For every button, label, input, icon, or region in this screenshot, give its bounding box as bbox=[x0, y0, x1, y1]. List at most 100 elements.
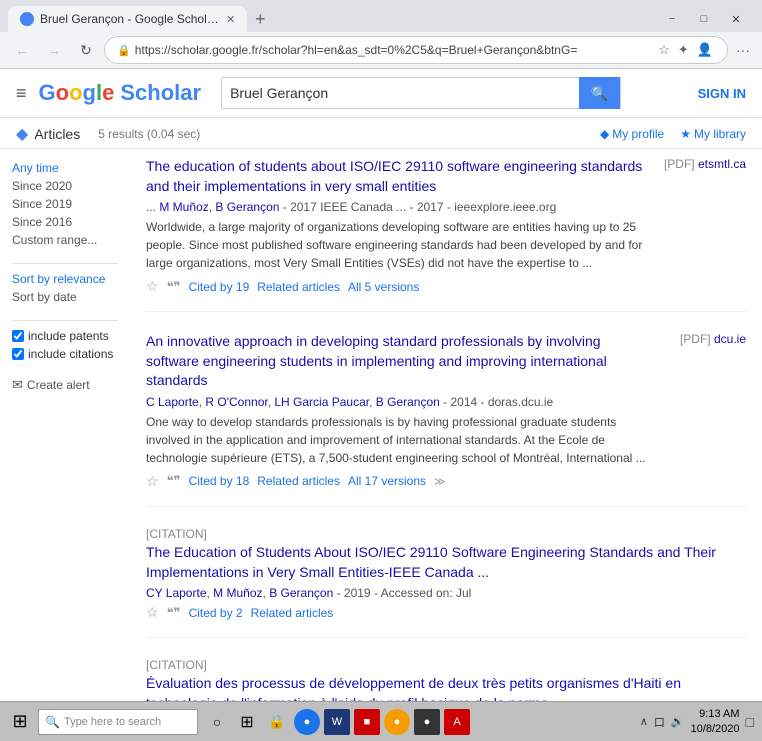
network-icon[interactable]: 口 bbox=[654, 714, 665, 730]
author-link[interactable]: LH Garcia Paucar bbox=[274, 395, 369, 409]
tab-bar: Bruel Gerançon - Google Scholar x ✕ + − … bbox=[0, 0, 762, 32]
search-input[interactable] bbox=[222, 81, 579, 105]
filter-custom-range[interactable]: Custom range... bbox=[12, 233, 118, 247]
sign-in-button[interactable]: SIGN IN bbox=[698, 86, 746, 101]
result-main-3: [CITATION] The Education of Students Abo… bbox=[146, 527, 746, 621]
url-text: https://scholar.google.fr/scholar?hl=en&… bbox=[135, 43, 657, 57]
result-pdf-1[interactable]: [PDF] etsmtl.ca bbox=[646, 157, 746, 295]
sidebar: Any time Since 2020 Since 2019 Since 201… bbox=[0, 149, 130, 732]
result-authors-2: C Laporte, R O'Connor, LH Garcia Paucar,… bbox=[146, 395, 646, 409]
logo-scholar-text: Scholar bbox=[120, 80, 201, 106]
author-link[interactable]: B Gerançon bbox=[376, 395, 440, 409]
cited-by-2[interactable]: Cited by 18 bbox=[189, 474, 250, 488]
browser-menu-button[interactable]: ··· bbox=[732, 38, 754, 62]
result-main-1: The education of students about ISO/IEC … bbox=[146, 157, 646, 295]
create-alert-link[interactable]: ✉ Create alert bbox=[12, 377, 118, 393]
filter-since-2016[interactable]: Since 2016 bbox=[12, 215, 118, 229]
scholar-logo: Google Scholar bbox=[39, 80, 202, 106]
my-library-label: My library bbox=[694, 127, 746, 141]
notification-icon[interactable]: □ bbox=[746, 714, 754, 730]
quote-icon[interactable]: ❝❞ bbox=[167, 605, 181, 621]
back-button[interactable]: ← bbox=[8, 36, 36, 64]
forward-button[interactable]: → bbox=[40, 36, 68, 64]
search-button[interactable]: 🔍 bbox=[579, 77, 620, 109]
taskbar: ⊞ 🔍 Type here to search ○ ⊞ 🔒 ● W ■ ● ● … bbox=[0, 701, 762, 741]
articles-label[interactable]: Articles bbox=[34, 126, 80, 142]
all-versions-1[interactable]: All 5 versions bbox=[348, 280, 419, 294]
star-icon[interactable]: ☆ bbox=[146, 278, 159, 295]
result-authors-1: ... M Muñoz, B Gerançon - 2017 IEEE Cana… bbox=[146, 200, 646, 214]
taskbar-app4[interactable]: ● bbox=[414, 709, 440, 735]
start-button[interactable]: ⊞ bbox=[4, 706, 36, 738]
checkbox-section: include patents include citations bbox=[12, 329, 118, 361]
search-box[interactable]: 🔍 bbox=[221, 77, 621, 109]
include-patents-input[interactable] bbox=[12, 330, 24, 342]
bookmark-star-icon[interactable]: ✦ bbox=[676, 40, 691, 60]
taskbar-app2[interactable]: ■ bbox=[354, 709, 380, 735]
results-area: The education of students about ISO/IEC … bbox=[130, 149, 762, 732]
filter-since-2019[interactable]: Since 2019 bbox=[12, 197, 118, 211]
tray-up-arrow[interactable]: ∧ bbox=[640, 715, 648, 728]
result-item: The education of students about ISO/IEC … bbox=[146, 157, 746, 312]
search-icon: 🔍 bbox=[45, 715, 60, 729]
minimize-button[interactable]: − bbox=[658, 9, 686, 29]
taskbar-app3[interactable]: ● bbox=[384, 709, 410, 735]
result-title-2[interactable]: An innovative approach in developing sta… bbox=[146, 332, 646, 391]
account-icon[interactable]: 👤 bbox=[695, 40, 715, 60]
quote-icon[interactable]: ❝❞ bbox=[167, 473, 181, 489]
include-citations-input[interactable] bbox=[12, 348, 24, 360]
lock-icon[interactable]: 🔒 bbox=[264, 709, 290, 735]
related-articles-2[interactable]: Related articles bbox=[257, 474, 340, 488]
related-articles-3[interactable]: Related articles bbox=[251, 606, 334, 620]
filter-since-2020[interactable]: Since 2020 bbox=[12, 179, 118, 193]
quote-icon[interactable]: ❝❞ bbox=[167, 279, 181, 295]
include-citations-checkbox[interactable]: include citations bbox=[12, 347, 118, 361]
result-title-1[interactable]: The education of students about ISO/IEC … bbox=[146, 157, 646, 196]
author-link[interactable]: CY Laporte bbox=[146, 586, 207, 600]
filter-any-time[interactable]: Any time bbox=[12, 161, 118, 175]
my-profile-link[interactable]: ◆ My profile bbox=[600, 127, 664, 141]
star-icon[interactable]: ☆ bbox=[146, 604, 159, 621]
all-versions-2[interactable]: All 17 versions bbox=[348, 474, 426, 488]
search-icon: 🔍 bbox=[591, 85, 608, 102]
my-library-link[interactable]: ★ My library bbox=[680, 127, 746, 141]
new-tab-button[interactable]: + bbox=[247, 6, 273, 32]
tab-close-btn[interactable]: ✕ bbox=[226, 13, 235, 26]
system-tray: ∧ 口 🔊 bbox=[640, 714, 685, 730]
related-articles-1[interactable]: Related articles bbox=[257, 280, 340, 294]
sort-by-relevance[interactable]: Sort by relevance bbox=[12, 272, 118, 286]
cited-by-1[interactable]: Cited by 19 bbox=[189, 280, 250, 294]
author-link[interactable]: B Gerançon bbox=[269, 586, 333, 600]
tab-title: Bruel Gerançon - Google Scholar x bbox=[40, 12, 220, 26]
sort-by-date[interactable]: Sort by date bbox=[12, 290, 118, 304]
file-explorer-icon[interactable]: ⊞ bbox=[234, 709, 260, 735]
author-link[interactable]: M Muñoz bbox=[159, 200, 208, 214]
star-icon[interactable]: ☆ bbox=[146, 473, 159, 490]
windows-icon: ⊞ bbox=[12, 711, 27, 732]
taskbar-app1[interactable]: W bbox=[324, 709, 350, 735]
hamburger-menu[interactable]: ≡ bbox=[16, 83, 27, 104]
volume-icon[interactable]: 🔊 bbox=[671, 715, 685, 728]
browser-icon[interactable]: ● bbox=[294, 709, 320, 735]
taskbar-search-box[interactable]: 🔍 Type here to search bbox=[38, 709, 198, 735]
scholar-header: ≡ Google Scholar 🔍 SIGN IN bbox=[0, 69, 762, 118]
author-link[interactable]: R O'Connor bbox=[205, 395, 267, 409]
close-window-button[interactable]: ✕ bbox=[722, 9, 750, 29]
taskbar-app5[interactable]: A bbox=[444, 709, 470, 735]
author-link[interactable]: B Gerançon bbox=[215, 200, 279, 214]
result-title-3[interactable]: The Education of Students About ISO/IEC … bbox=[146, 543, 746, 582]
cited-by-3[interactable]: Cited by 2 bbox=[189, 606, 243, 620]
versions-icon: ≫ bbox=[434, 475, 446, 488]
refresh-button[interactable]: ↻ bbox=[72, 36, 100, 64]
task-view-icon[interactable]: ○ bbox=[204, 709, 230, 735]
maximize-button[interactable]: □ bbox=[690, 9, 718, 29]
result-pdf-2[interactable]: [PDF] dcu.ie bbox=[646, 332, 746, 490]
include-patents-checkbox[interactable]: include patents bbox=[12, 329, 118, 343]
bookmark-icon[interactable]: ☆ bbox=[656, 40, 672, 60]
sidebar-divider-1 bbox=[12, 263, 118, 264]
author-link[interactable]: C Laporte bbox=[146, 395, 199, 409]
active-tab[interactable]: Bruel Gerançon - Google Scholar x ✕ bbox=[8, 6, 247, 32]
address-bar[interactable]: 🔒 https://scholar.google.fr/scholar?hl=e… bbox=[104, 36, 728, 64]
author-link[interactable]: M Muñoz bbox=[213, 586, 262, 600]
articles-diamond-icon: ◆ bbox=[16, 124, 28, 144]
